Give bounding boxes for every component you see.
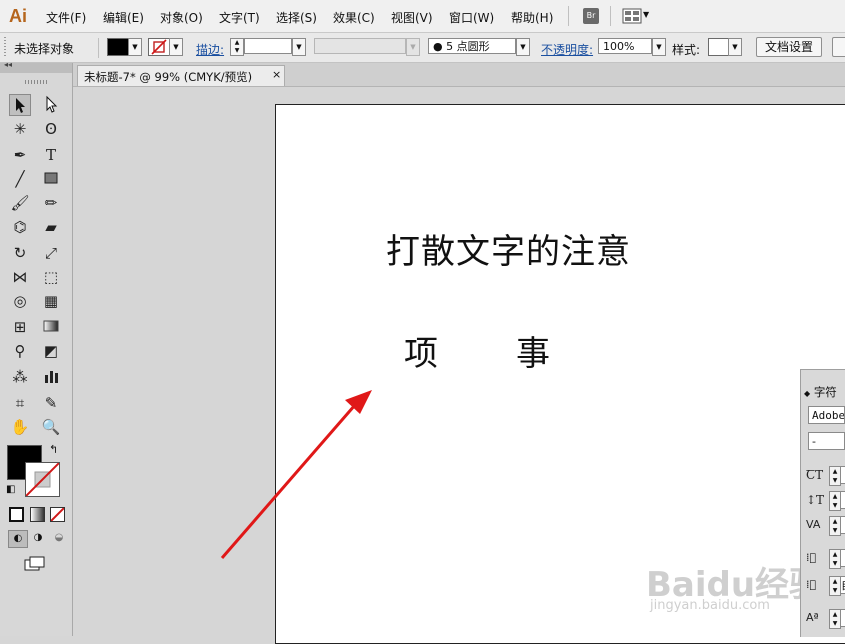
font-size-icon: ꞆT (806, 468, 824, 482)
character-panel-tab-label: 字符 (813, 385, 837, 399)
annotation-arrow (220, 390, 372, 559)
panel-tab-arrow-icon: ◆ (804, 389, 811, 398)
character-panel-tab[interactable]: ◆ 字符 (804, 384, 837, 400)
font-family-input[interactable]: Adobe (808, 406, 845, 424)
tracking-input[interactable] (840, 549, 845, 567)
baseline-shift-icon: Aª (806, 611, 819, 624)
kerning-icon: VA (806, 518, 821, 531)
leading-icon: ⁞⃞ (806, 578, 817, 591)
tracking-icon: ⁞⃞ (806, 551, 817, 564)
vertical-scale-input[interactable] (840, 491, 845, 509)
baseline-shift-input[interactable] (840, 609, 845, 627)
vertical-scale-icon: ↕T (806, 493, 825, 507)
kerning-input[interactable] (840, 516, 845, 534)
font-style-input[interactable]: - (808, 432, 845, 450)
font-size-input[interactable] (840, 466, 845, 484)
watermark-url: jingyan.baidu.com (650, 598, 770, 613)
leading-input[interactable]: 自 (840, 576, 845, 594)
